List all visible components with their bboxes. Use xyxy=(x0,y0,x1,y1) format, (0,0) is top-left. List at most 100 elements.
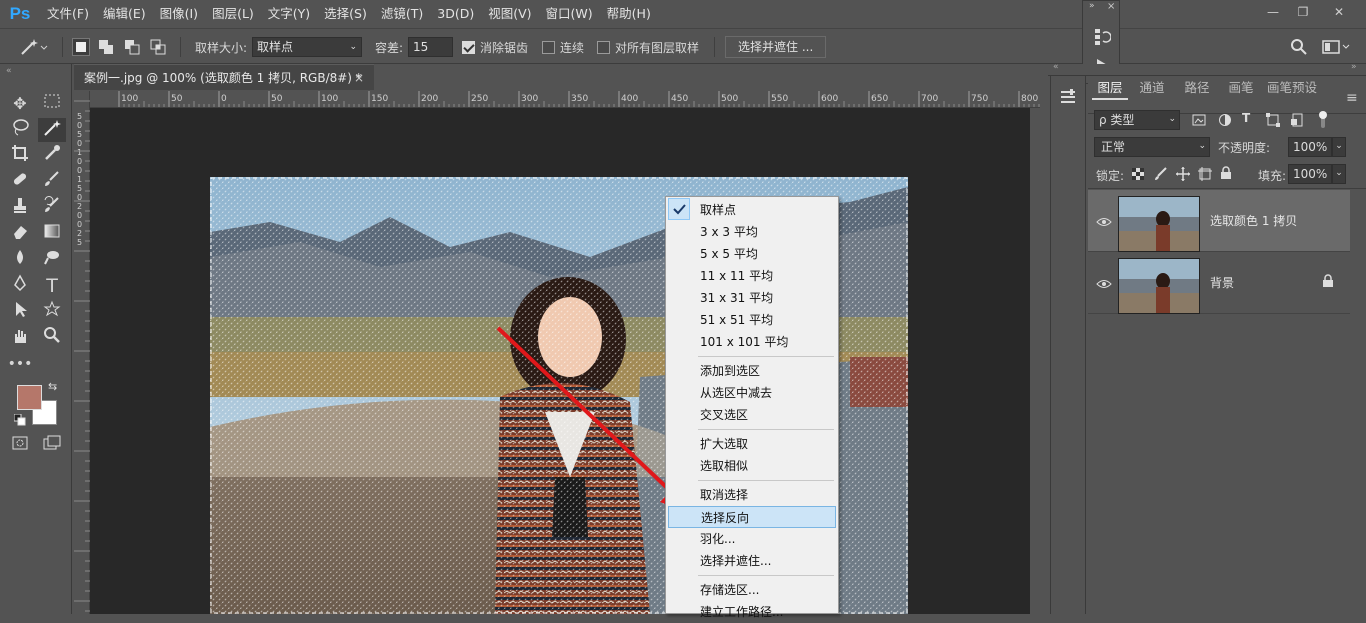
subtract-from-selection-icon[interactable] xyxy=(124,29,140,65)
marquee-tool-icon[interactable] xyxy=(38,92,66,116)
context-menu-item[interactable]: 11 x 11 平均 xyxy=(668,265,836,287)
menu-item[interactable]: 文字(Y) xyxy=(261,0,317,28)
foreground-color-swatch[interactable] xyxy=(17,385,42,410)
contiguous-checkbox[interactable]: 连续 xyxy=(542,29,584,65)
lock-pixels-icon[interactable] xyxy=(1154,167,1168,184)
context-menu-item[interactable]: 31 x 31 平均 xyxy=(668,287,836,309)
filter-pixel-icon[interactable] xyxy=(1192,113,1206,130)
menu-item[interactable]: 视图(V) xyxy=(481,0,538,28)
context-menu-item[interactable]: 选择反向 xyxy=(668,506,836,528)
default-colors-icon[interactable] xyxy=(13,413,26,429)
filter-shape-icon[interactable] xyxy=(1266,113,1280,130)
collapse-icon[interactable]: « xyxy=(6,66,12,76)
context-menu-item[interactable]: 3 x 3 平均 xyxy=(668,221,836,243)
brush-tool-icon[interactable] xyxy=(38,170,66,194)
properties-icon[interactable] xyxy=(1059,88,1077,109)
lock-position-icon[interactable] xyxy=(1176,167,1190,184)
panel-tab[interactable]: 图层 xyxy=(1092,76,1128,100)
menu-item[interactable]: 3D(D) xyxy=(430,0,481,28)
custom-shape-icon[interactable] xyxy=(38,300,66,324)
pen-tool-icon[interactable] xyxy=(6,274,34,298)
fill-input[interactable]: 100% xyxy=(1288,164,1332,184)
document-tab[interactable]: 案例一.jpg @ 100% (选取颜色 1 拷贝, RGB/8#) * × xyxy=(74,64,374,90)
restore-button[interactable]: ❐ xyxy=(1292,4,1314,20)
context-menu-item[interactable]: 选取相似 xyxy=(668,455,836,477)
fill-dropdown-icon[interactable]: ⌄ xyxy=(1332,164,1346,184)
antialias-checkbox[interactable]: 消除锯齿 xyxy=(462,29,528,65)
opacity-input[interactable]: 100% xyxy=(1288,137,1332,157)
minimize-button[interactable]: — xyxy=(1262,4,1284,20)
layer-row[interactable]: 选取颜色 1 拷贝 xyxy=(1088,190,1350,252)
eyedropper-tool-icon[interactable] xyxy=(38,144,66,168)
panel-tab[interactable]: 画笔预设 xyxy=(1264,76,1320,100)
eraser-tool-icon[interactable] xyxy=(6,222,34,246)
context-menu-item[interactable]: 扩大选取 xyxy=(668,433,836,455)
context-menu-item[interactable]: 取样点 xyxy=(668,199,836,221)
menu-item[interactable]: 滤镜(T) xyxy=(374,0,430,28)
add-to-selection-icon[interactable] xyxy=(98,29,114,65)
hand-tool-icon[interactable] xyxy=(6,326,34,350)
move-tool-icon[interactable]: ✥ xyxy=(6,92,34,116)
filter-adjustment-icon[interactable] xyxy=(1218,113,1232,130)
layer-filter-select[interactable]: ρ 类型 ⌄ xyxy=(1094,110,1180,130)
context-menu-item[interactable]: 取消选择 xyxy=(668,484,836,506)
panel-tab[interactable]: 路径 xyxy=(1176,76,1218,100)
sample-size-select[interactable]: 取样点 ⌄ xyxy=(252,29,362,65)
expand-icon[interactable]: » xyxy=(1089,1,1095,11)
filter-toggle-icon[interactable] xyxy=(1318,110,1328,133)
intersect-selection-icon[interactable] xyxy=(150,29,166,65)
more-tools-icon[interactable]: ••• xyxy=(6,352,34,376)
type-tool-icon[interactable]: T xyxy=(38,274,66,298)
menu-item[interactable]: 编辑(E) xyxy=(96,0,153,28)
menu-item[interactable]: 窗口(W) xyxy=(539,0,600,28)
menu-item[interactable]: 图层(L) xyxy=(205,0,261,28)
magic-wand-tool-icon[interactable] xyxy=(38,118,66,142)
search-icon[interactable] xyxy=(1290,29,1308,65)
close-button[interactable]: ✕ xyxy=(1328,4,1350,20)
select-and-mask-button[interactable]: 选择并遮住 ... xyxy=(725,29,827,65)
menu-item[interactable]: 选择(S) xyxy=(317,0,374,28)
context-menu-item[interactable]: 添加到选区 xyxy=(668,360,836,382)
lock-artboard-icon[interactable] xyxy=(1198,167,1212,184)
filter-smart-object-icon[interactable] xyxy=(1290,113,1304,130)
opacity-dropdown-icon[interactable]: ⌄ xyxy=(1332,137,1346,157)
menu-item[interactable]: 图像(I) xyxy=(153,0,205,28)
filter-type-icon[interactable]: T xyxy=(1242,111,1250,125)
menu-item[interactable]: 帮助(H) xyxy=(600,0,658,28)
quick-mask-icon[interactable] xyxy=(6,434,34,458)
visibility-eye-icon[interactable] xyxy=(1096,278,1112,288)
workspace-icon[interactable] xyxy=(1322,29,1352,65)
collapse-icon[interactable]: « xyxy=(1053,62,1059,72)
close-tab-icon[interactable]: × xyxy=(354,65,364,91)
clone-stamp-icon[interactable] xyxy=(6,196,34,220)
gradient-tool-icon[interactable] xyxy=(38,222,66,246)
context-menu-item[interactable]: 选择并遮住... xyxy=(668,550,836,572)
lock-all-icon[interactable] xyxy=(1220,166,1232,183)
context-menu-item[interactable]: 羽化... xyxy=(668,528,836,550)
blur-tool-icon[interactable] xyxy=(6,248,34,272)
context-menu-item[interactable]: 从选区中减去 xyxy=(668,382,836,404)
menu-item[interactable]: 文件(F) xyxy=(40,0,96,28)
close-icon[interactable]: × xyxy=(1107,1,1115,12)
context-menu-item[interactable]: 建立工作路径... xyxy=(668,601,836,623)
layer-row[interactable]: 背景 xyxy=(1088,252,1350,314)
swap-colors-icon[interactable]: ⇆ xyxy=(48,380,57,393)
context-menu-item[interactable]: 5 x 5 平均 xyxy=(668,243,836,265)
tolerance-input[interactable]: 15 xyxy=(408,29,453,65)
history-brush-icon[interactable] xyxy=(38,196,66,220)
panel-tab[interactable]: 画笔 xyxy=(1220,76,1262,100)
expand-icon[interactable]: » xyxy=(1351,62,1357,72)
magic-wand-preset-icon[interactable] xyxy=(18,29,50,65)
all-layers-checkbox[interactable]: 对所有图层取样 xyxy=(597,29,699,65)
crop-tool-icon[interactable] xyxy=(6,144,34,168)
panel-menu-icon[interactable]: ≡ xyxy=(1346,90,1358,106)
context-menu-item[interactable]: 101 x 101 平均 xyxy=(668,331,836,353)
blend-mode-select[interactable]: 正常 ⌄ xyxy=(1094,137,1210,157)
history-icon[interactable] xyxy=(1093,27,1112,50)
lasso-tool-icon[interactable] xyxy=(6,118,34,142)
dodge-tool-icon[interactable] xyxy=(38,248,66,272)
context-menu-item[interactable]: 存储选区... xyxy=(668,579,836,601)
vertical-scrollbar[interactable] xyxy=(1030,108,1046,614)
context-menu-item[interactable]: 交叉选区 xyxy=(668,404,836,426)
visibility-eye-icon[interactable] xyxy=(1096,216,1112,226)
